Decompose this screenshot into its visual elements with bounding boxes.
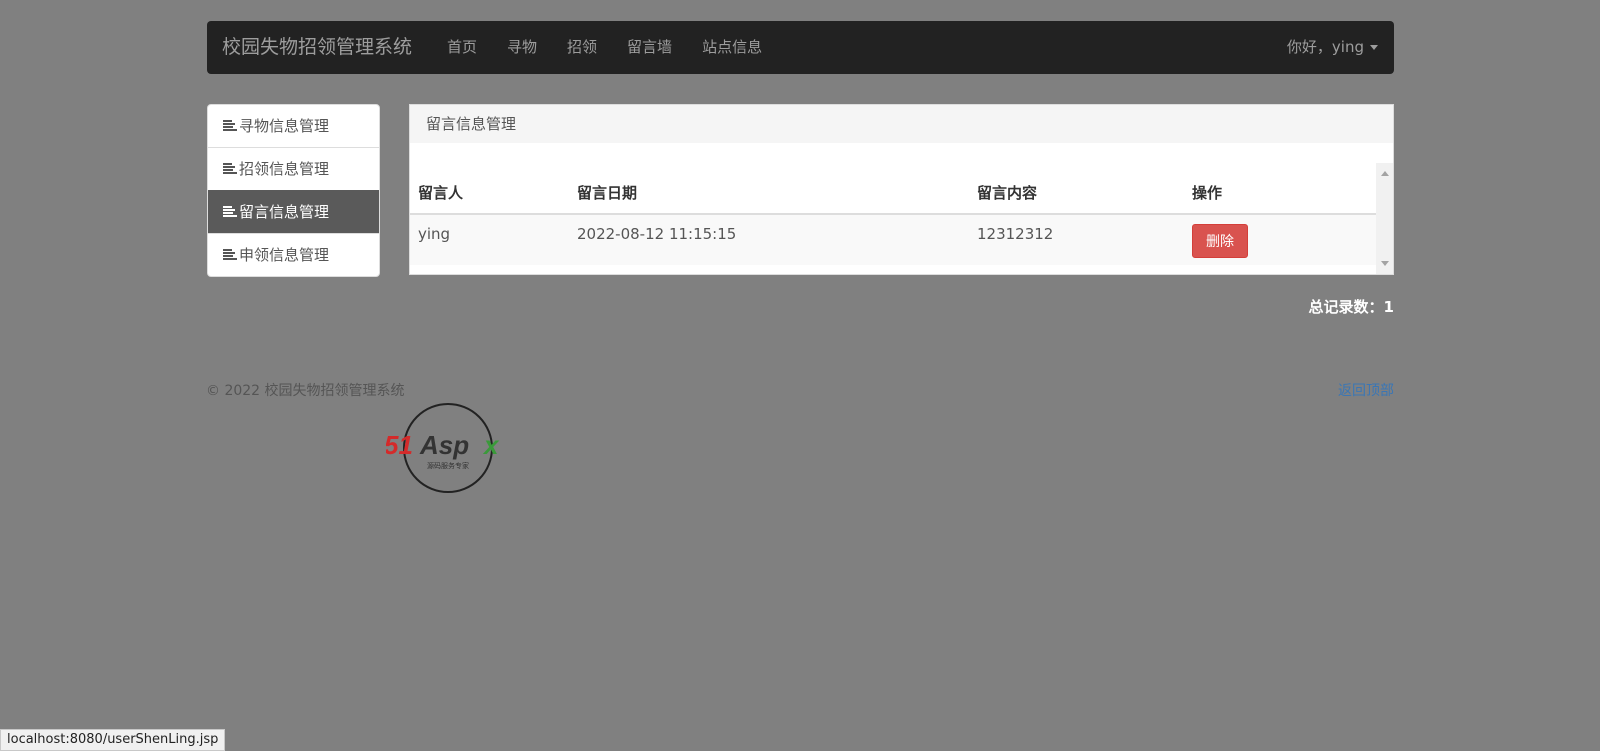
table-header-row: 留言人 留言日期 留言内容 操作 — [410, 163, 1378, 215]
align-left-icon — [223, 206, 238, 218]
sidebar-item-found-management[interactable]: 招领信息管理 — [208, 147, 379, 190]
table-scrollbar[interactable] — [1376, 163, 1393, 274]
panel-heading: 留言信息管理 — [410, 105, 1393, 143]
status-bar-url: localhost:8080/userShenLing.jsp — [0, 729, 226, 751]
sidebar-item-label: 寻物信息管理 — [239, 117, 330, 135]
cell-author: ying — [410, 214, 569, 265]
nav-links: 首页 寻物 招领 留言墙 站点信息 — [432, 21, 777, 74]
sidebar-item-claim-management[interactable]: 申领信息管理 — [208, 233, 379, 276]
nav-home[interactable]: 首页 — [432, 21, 492, 74]
brand-title[interactable]: 校园失物招领管理系统 — [222, 21, 412, 74]
nav-found-items[interactable]: 招领 — [552, 21, 612, 74]
cell-content: 12312312 — [969, 214, 1184, 265]
user-greeting: 你好，ying — [1286, 38, 1364, 56]
sidebar-item-label: 申领信息管理 — [239, 246, 330, 264]
column-header-author: 留言人 — [410, 163, 569, 215]
message-table: 留言人 留言日期 留言内容 操作 ying 2022-08-12 11:15:1… — [410, 163, 1378, 265]
cell-action: 删除 — [1184, 214, 1378, 265]
sidebar-item-message-management[interactable]: 留言信息管理 — [208, 190, 379, 233]
table-row: ying 2022-08-12 11:15:15 12312312 删除 — [410, 214, 1378, 265]
column-header-action: 操作 — [1184, 163, 1378, 215]
column-header-content: 留言内容 — [969, 163, 1184, 215]
caret-down-icon — [1370, 45, 1378, 50]
nav-site-info[interactable]: 站点信息 — [687, 21, 777, 74]
column-header-date: 留言日期 — [569, 163, 969, 215]
align-left-icon — [223, 163, 238, 175]
align-left-icon — [223, 120, 238, 132]
nav-message-wall[interactable]: 留言墙 — [612, 21, 687, 74]
message-panel: 留言信息管理 留言人 留言日期 留言内容 操作 ying 2022-08-12 … — [409, 104, 1394, 275]
scroll-up-icon[interactable] — [1381, 171, 1389, 176]
svg-text:x: x — [482, 430, 500, 460]
sidebar-item-label: 留言信息管理 — [239, 203, 330, 221]
svg-text:源码服务专家: 源码服务专家 — [427, 461, 469, 470]
delete-button[interactable]: 删除 — [1192, 224, 1248, 258]
scroll-down-icon[interactable] — [1381, 261, 1389, 266]
total-records: 总记录数：1 — [1308, 298, 1394, 316]
sidebar-item-lost-management[interactable]: 寻物信息管理 — [208, 105, 379, 147]
sidebar: 寻物信息管理 招领信息管理 留言信息管理 申领信息管理 — [207, 104, 380, 277]
user-menu-dropdown[interactable]: 你好，ying — [1287, 21, 1378, 74]
footer-copyright: © 2022 校园失物招领管理系统 — [206, 383, 405, 399]
back-to-top-link[interactable]: 返回顶部 — [1338, 380, 1394, 400]
cell-date: 2022-08-12 11:15:15 — [569, 214, 969, 265]
svg-text:51: 51 — [386, 430, 413, 460]
nav-lost-items[interactable]: 寻物 — [492, 21, 552, 74]
sidebar-item-label: 招领信息管理 — [239, 160, 330, 178]
align-left-icon — [223, 249, 238, 261]
table-container: 留言人 留言日期 留言内容 操作 ying 2022-08-12 11:15:1… — [410, 163, 1378, 274]
top-navbar: 校园失物招领管理系统 首页 寻物 招领 留言墙 站点信息 你好，ying — [207, 21, 1394, 74]
watermark-logo: 51 Asp x 源码服务专家 — [386, 403, 500, 493]
svg-text:Asp: Asp — [419, 430, 469, 460]
